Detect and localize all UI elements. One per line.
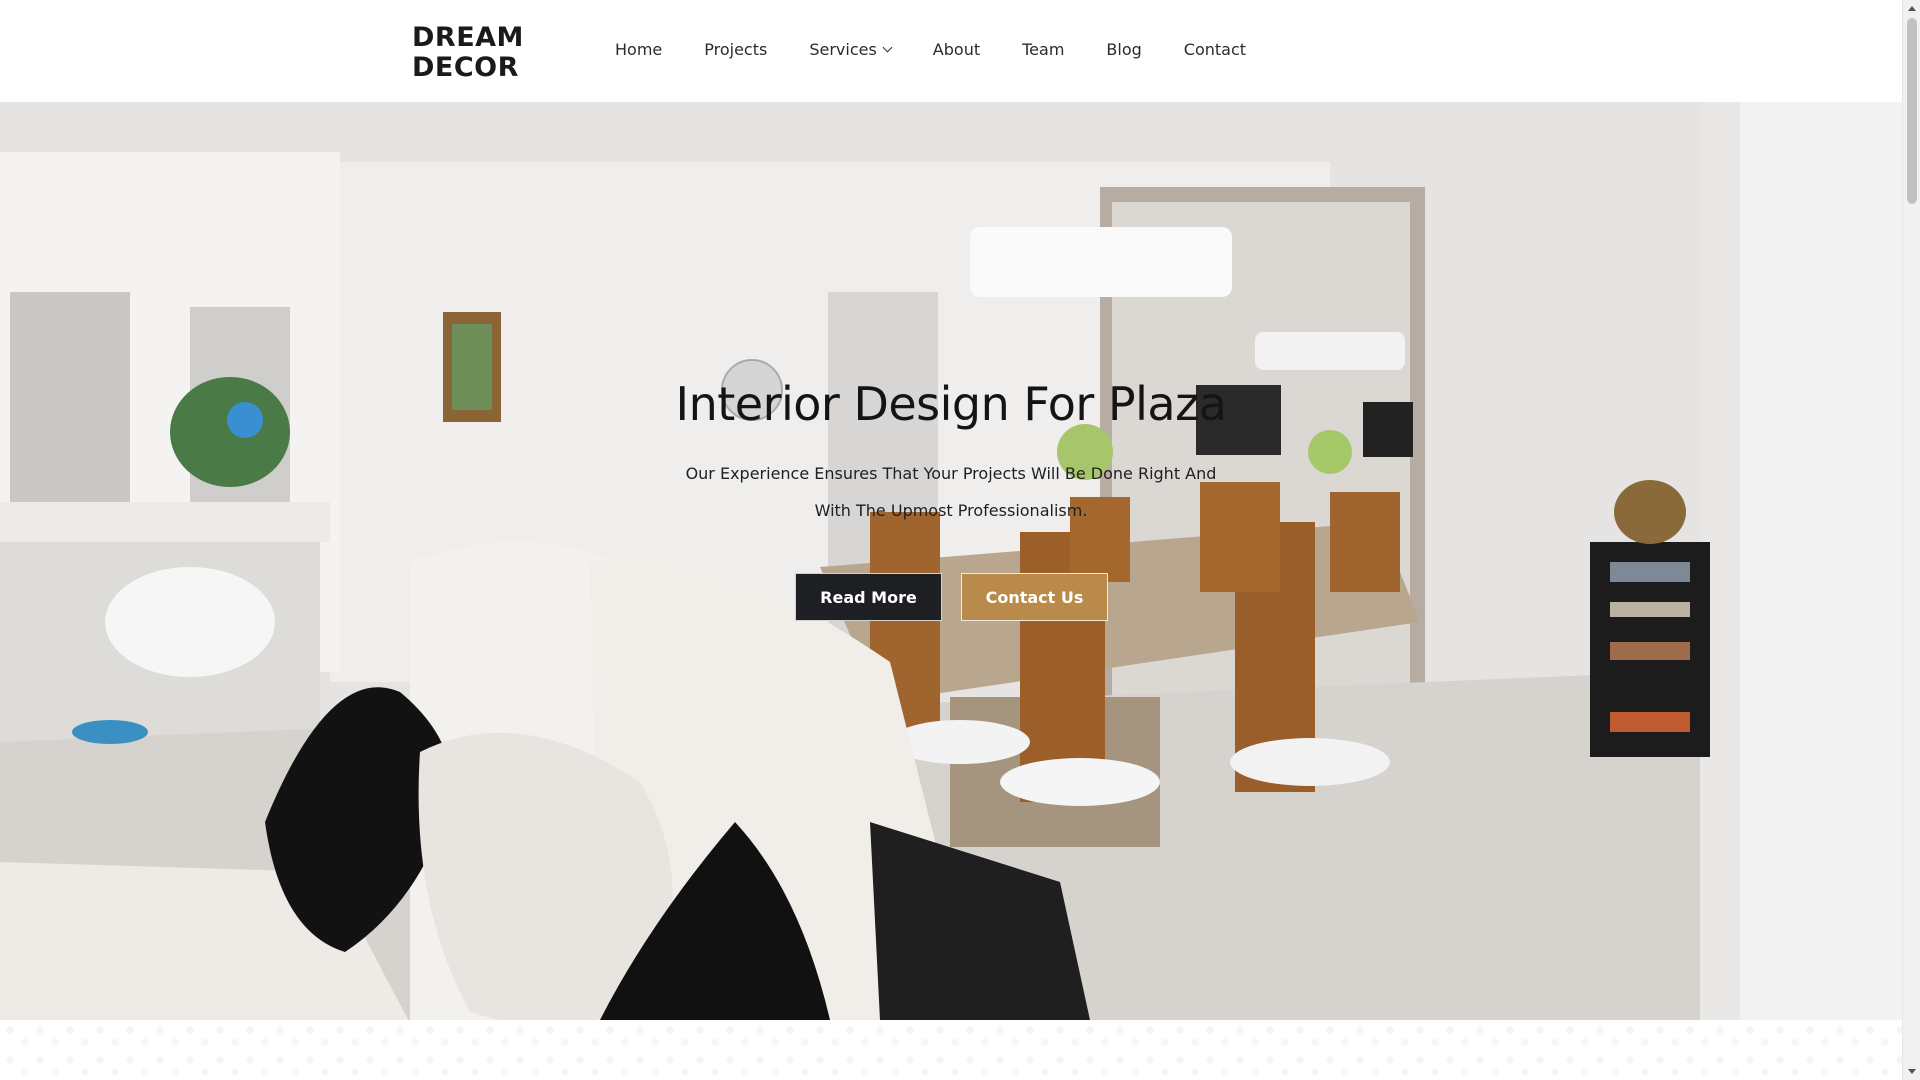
brand-logo[interactable]: DREAM DECOR	[412, 23, 524, 83]
nav-item-team[interactable]: Team	[1022, 40, 1064, 62]
nav-item-label: About	[932, 40, 981, 59]
hero-title: Interior Design For Plaza	[675, 377, 1227, 431]
page-scrollbar[interactable]	[1902, 0, 1920, 1080]
site-header: DREAM DECOR Home Projects Services About…	[0, 0, 1902, 102]
nav-item-blog[interactable]: Blog	[1106, 40, 1141, 62]
hero-section: Interior Design For Plaza Our Experience…	[0, 102, 1902, 1020]
chevron-down-icon	[882, 42, 893, 53]
nav-item-projects[interactable]: Projects	[704, 40, 767, 62]
read-more-button[interactable]: Read More	[795, 573, 942, 621]
pattern-section-divider	[0, 1020, 1902, 1080]
main-nav: Home Projects Services About Team Blog C…	[615, 0, 1288, 102]
nav-item-label: Team	[1022, 40, 1065, 59]
scroll-thumb[interactable]	[1907, 18, 1917, 204]
nav-item-label: Services	[809, 40, 877, 59]
brand-line-2: DECOR	[412, 52, 519, 83]
scroll-up-arrow-icon[interactable]	[1908, 6, 1916, 11]
nav-item-label: Home	[615, 40, 663, 59]
nav-item-contact[interactable]: Contact	[1184, 40, 1246, 62]
nav-item-services[interactable]: Services	[809, 40, 893, 62]
nav-item-about[interactable]: About	[933, 40, 980, 62]
brand-line-1: DREAM	[412, 22, 524, 53]
contact-us-button[interactable]: Contact Us	[961, 573, 1108, 621]
hero-content: Interior Design For Plaza Our Experience…	[0, 102, 1902, 1020]
nav-item-home[interactable]: Home	[615, 40, 662, 62]
nav-item-label: Blog	[1106, 40, 1142, 59]
nav-item-label: Contact	[1183, 40, 1247, 59]
scroll-down-arrow-icon[interactable]	[1908, 1069, 1916, 1074]
nav-item-label: Projects	[704, 40, 768, 59]
hero-subtitle: Our Experience Ensures That Your Project…	[685, 464, 1217, 520]
